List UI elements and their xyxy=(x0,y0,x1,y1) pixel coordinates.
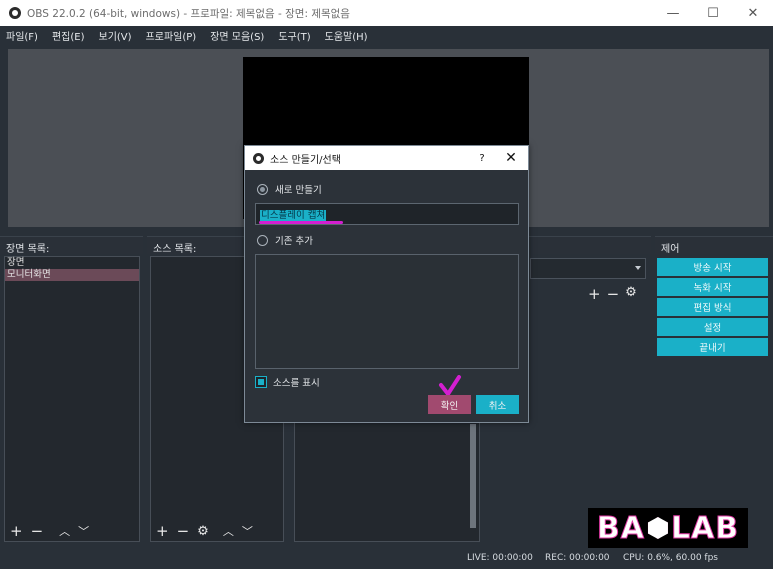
window-title-bar: OBS 22.0.2 (64-bit, windows) - 프로파일: 제목없… xyxy=(0,0,773,26)
start-streaming-button[interactable]: 방송 시작 xyxy=(657,258,768,276)
exit-button[interactable]: 끝내기 xyxy=(657,338,768,356)
add-existing-option[interactable]: 기존 추가 xyxy=(257,233,313,247)
chevron-down-icon xyxy=(635,266,641,270)
scenes-dock-title: 장면 목록: xyxy=(0,236,143,255)
add-source-icon[interactable]: + xyxy=(156,523,169,539)
add-scene-icon[interactable]: + xyxy=(10,523,23,539)
menu-view[interactable]: 보기(V) xyxy=(99,28,132,43)
menu-profile[interactable]: 프로파일(P) xyxy=(146,28,197,43)
mixer-scrollbar[interactable] xyxy=(470,424,476,528)
cancel-button[interactable]: 취소 xyxy=(476,395,519,414)
transition-gear-icon[interactable]: ⚙ xyxy=(625,285,637,303)
help-button[interactable]: ? xyxy=(470,153,494,164)
annotation-underline xyxy=(259,221,343,224)
move-down-icon[interactable]: ﹀ xyxy=(78,526,89,537)
transition-select[interactable] xyxy=(530,258,646,279)
maximize-button[interactable]: ☐ xyxy=(693,0,733,26)
logo-text-right: LAB xyxy=(670,510,740,546)
studio-mode-button[interactable]: 편집 방식 xyxy=(657,298,768,316)
obs-logo-icon xyxy=(253,152,264,164)
obs-logo-icon xyxy=(9,7,21,19)
existing-sources-list[interactable] xyxy=(255,254,519,369)
menu-help[interactable]: 도움말(H) xyxy=(325,28,368,43)
window-title: OBS 22.0.2 (64-bit, windows) - 프로파일: 제목없… xyxy=(27,7,350,20)
add-existing-label: 기존 추가 xyxy=(275,236,313,247)
add-transition-icon[interactable]: + xyxy=(588,285,601,303)
remove-scene-icon[interactable]: − xyxy=(31,523,44,539)
create-new-label: 새로 만들기 xyxy=(275,185,322,196)
menu-bar: 파일(F) 편집(E) 보기(V) 프로파일(P) 장면 모음(S) 도구(T)… xyxy=(0,26,773,44)
menu-edit[interactable]: 편집(E) xyxy=(52,28,85,43)
live-time: LIVE: 00:00:00 xyxy=(467,553,533,563)
create-new-radio[interactable] xyxy=(257,183,268,195)
menu-tools[interactable]: 도구(T) xyxy=(278,28,310,43)
show-source-label: 소스를 표시 xyxy=(273,378,320,389)
create-source-dialog: 소스 만들기/선택 ? ✕ 새로 만들기 디스플레이 캡쳐 기존 추가 소스를 … xyxy=(244,145,529,423)
show-source-option[interactable]: 소스를 표시 xyxy=(255,375,320,389)
hexagon-icon xyxy=(647,517,668,539)
add-existing-radio[interactable] xyxy=(257,234,268,246)
scene-item-selected[interactable]: 모니터화면 xyxy=(5,269,139,281)
scenes-list[interactable]: 장면 모니터화면 xyxy=(4,256,140,542)
balab-logo: BA LAB xyxy=(588,508,748,548)
show-source-checkbox[interactable] xyxy=(255,376,267,388)
dialog-title-bar: 소스 만들기/선택 ? ✕ xyxy=(245,146,528,170)
transition-toolbar: + − ⚙ xyxy=(588,285,637,303)
menu-file[interactable]: 파일(F) xyxy=(6,28,38,43)
scenes-toolbar: + − ︿ ﹀ xyxy=(4,521,89,541)
annotation-checkmark-icon xyxy=(439,375,461,396)
source-properties-gear-icon[interactable]: ⚙ xyxy=(197,525,209,538)
source-name-value: 디스플레이 캡쳐 xyxy=(260,210,327,221)
scene-item[interactable]: 장면 xyxy=(5,257,139,269)
remove-transition-icon[interactable]: − xyxy=(607,285,620,303)
logo-text-left: BA xyxy=(596,510,645,546)
start-recording-button[interactable]: 녹화 시작 xyxy=(657,278,768,296)
cpu-usage: CPU: 0.6%, 60.00 fps xyxy=(623,553,718,563)
minimize-button[interactable]: — xyxy=(653,0,693,26)
dialog-title: 소스 만들기/선택 xyxy=(270,154,341,166)
create-new-option[interactable]: 새로 만들기 xyxy=(257,182,322,196)
ok-button[interactable]: 확인 xyxy=(428,395,471,414)
status-bar: LIVE: 00:00:00 REC: 00:00:00 CPU: 0.6%, … xyxy=(0,550,773,569)
menu-scene-collection[interactable]: 장면 모음(S) xyxy=(210,28,264,43)
sources-toolbar: + − ⚙ ︿ ﹀ xyxy=(150,521,253,541)
close-button[interactable]: ✕ xyxy=(733,0,773,26)
settings-button[interactable]: 설정 xyxy=(657,318,768,336)
remove-source-icon[interactable]: − xyxy=(177,523,190,539)
source-move-up-icon[interactable]: ︿ xyxy=(223,526,234,537)
rec-time: REC: 00:00:00 xyxy=(545,553,610,563)
controls-dock-title: 제어 xyxy=(655,236,773,255)
source-move-down-icon[interactable]: ﹀ xyxy=(242,526,253,537)
move-up-icon[interactable]: ︿ xyxy=(59,526,70,537)
dialog-close-button[interactable]: ✕ xyxy=(494,150,528,166)
